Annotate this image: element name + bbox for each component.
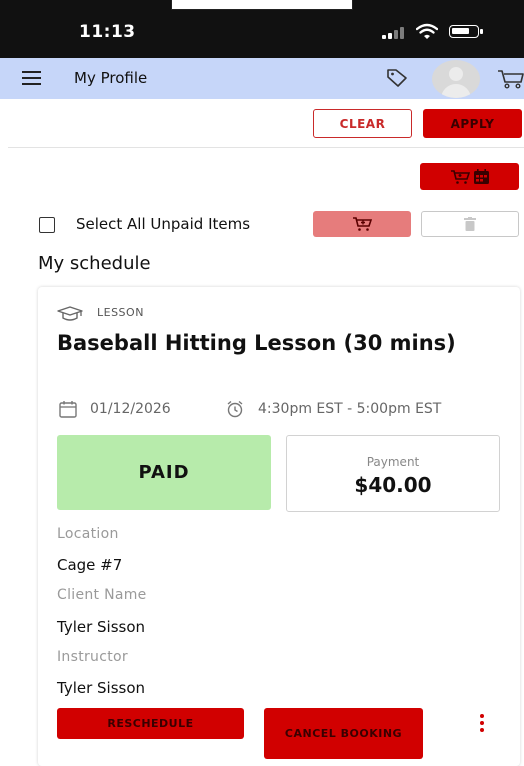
page-title: My Profile [74,69,148,87]
calendar-icon [59,401,77,418]
booking-time: 4:30pm EST - 5:00pm EST [258,401,442,417]
pay-selected-button[interactable] [313,211,411,237]
delete-selected-button[interactable] [421,211,519,237]
pay-all-button[interactable] [420,163,519,190]
client-name-label: Client Name [57,587,147,603]
payment-status-badge: PAID [57,435,271,510]
booking-category: LESSON [97,306,144,319]
payment-amount-box: Payment $40.00 [286,435,500,512]
status-time: 11:13 [79,22,136,42]
cart-add-icon [353,217,372,231]
select-all-label: Select All Unpaid Items [76,215,251,233]
booking-card: LESSON Baseball Hitting Lesson (30 mins)… [38,287,520,766]
cancel-booking-button[interactable]: CANCEL BOOKING [264,708,423,759]
cart-icon[interactable] [497,68,524,90]
cart-icon [450,169,470,184]
location-label: Location [57,526,119,542]
graduation-cap-icon [57,306,83,321]
select-all-checkbox[interactable] [39,217,55,233]
instructor-value: Tyler Sisson [57,679,146,697]
more-vertical-icon[interactable] [478,714,486,734]
reschedule-button[interactable]: RESCHEDULE [57,708,244,739]
battery-icon [449,25,479,38]
signal-bars-icon [382,25,408,39]
payment-label: Payment [366,455,420,469]
booking-date: 01/12/2026 [90,401,171,417]
app-header: My Profile [0,58,524,99]
tag-icon[interactable] [386,66,408,88]
battery-nub [480,29,483,34]
booking-title: Baseball Hitting Lesson (30 mins) [57,331,456,355]
instructor-label: Instructor [57,649,128,665]
wifi-icon [416,23,438,39]
location-value: Cage #7 [57,556,123,574]
clear-button[interactable]: CLEAR [313,109,412,138]
top-overlay-box [171,0,353,10]
schedule-title: My schedule [38,253,151,274]
client-name-value: Tyler Sisson [57,618,146,636]
alarm-clock-icon [227,400,243,418]
calendar-icon [473,168,489,184]
status-bar: 11:13 [0,0,524,58]
apply-button[interactable]: APPLY [423,109,522,138]
hamburger-menu-icon[interactable] [22,71,41,85]
divider [8,147,524,148]
trash-icon [464,217,476,231]
payment-amount: $40.00 [354,473,432,497]
avatar[interactable] [432,60,480,98]
